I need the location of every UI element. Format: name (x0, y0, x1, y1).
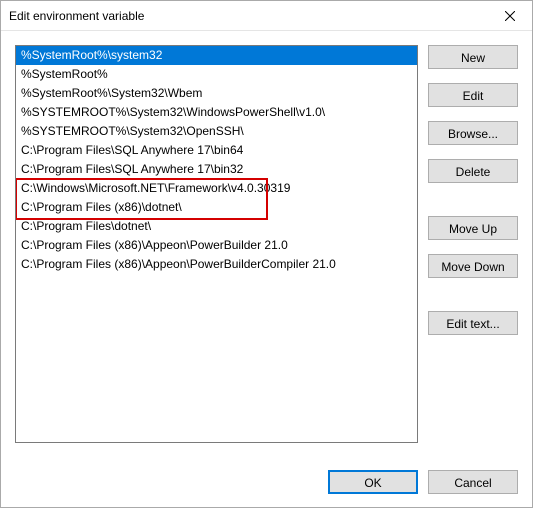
close-button[interactable] (487, 1, 532, 30)
list-item[interactable]: %SystemRoot% (16, 65, 417, 84)
list-item[interactable]: %SYSTEMROOT%\System32\WindowsPowerShell\… (16, 103, 417, 122)
list-item[interactable]: C:\Program Files (x86)\dotnet\ (16, 198, 417, 217)
list-item[interactable]: %SYSTEMROOT%\System32\OpenSSH\ (16, 122, 417, 141)
move-up-button[interactable]: Move Up (428, 216, 518, 240)
dialog-content: %SystemRoot%\system32%SystemRoot%%System… (1, 31, 532, 457)
dialog-footer: OK Cancel (1, 457, 532, 507)
list-item[interactable]: C:\Program Files\SQL Anywhere 17\bin32 (16, 160, 417, 179)
move-down-button[interactable]: Move Down (428, 254, 518, 278)
list-item[interactable]: C:\Program Files (x86)\Appeon\PowerBuild… (16, 255, 417, 274)
list-item[interactable]: %SystemRoot%\System32\Wbem (16, 84, 417, 103)
browse-button[interactable]: Browse... (428, 121, 518, 145)
titlebar: Edit environment variable (1, 1, 532, 31)
close-icon (505, 11, 515, 21)
delete-button[interactable]: Delete (428, 159, 518, 183)
list-item[interactable]: C:\Windows\Microsoft.NET\Framework\v4.0.… (16, 179, 417, 198)
list-item[interactable]: C:\Program Files (x86)\Appeon\PowerBuild… (16, 236, 417, 255)
edit-env-var-dialog: Edit environment variable %SystemRoot%\s… (0, 0, 533, 508)
edit-button[interactable]: Edit (428, 83, 518, 107)
list-item[interactable]: C:\Program Files\dotnet\ (16, 217, 417, 236)
cancel-button[interactable]: Cancel (428, 470, 518, 494)
edit-text-button[interactable]: Edit text... (428, 311, 518, 335)
ok-button[interactable]: OK (328, 470, 418, 494)
list-item[interactable]: %SystemRoot%\system32 (16, 46, 417, 65)
new-button[interactable]: New (428, 45, 518, 69)
window-title: Edit environment variable (9, 9, 144, 23)
list-item[interactable]: C:\Program Files\SQL Anywhere 17\bin64 (16, 141, 417, 160)
side-button-column: New Edit Browse... Delete Move Up Move D… (428, 45, 518, 457)
path-listbox[interactable]: %SystemRoot%\system32%SystemRoot%%System… (15, 45, 418, 443)
